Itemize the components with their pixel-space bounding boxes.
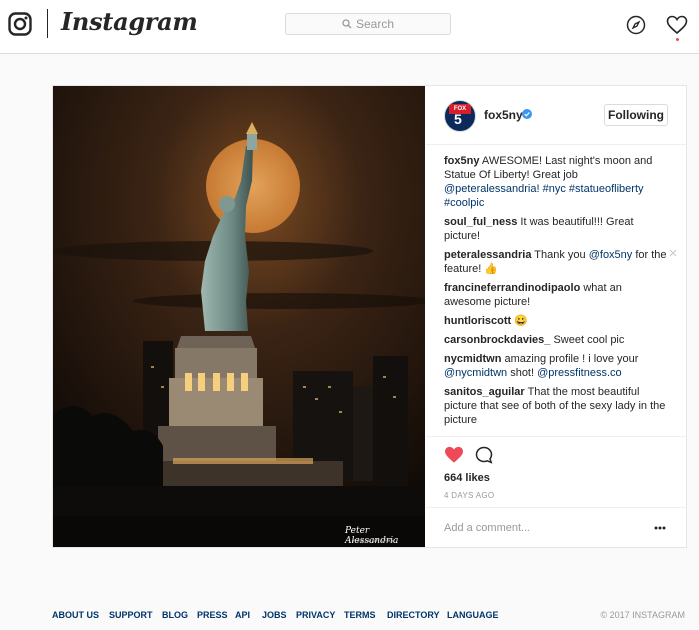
comment-user[interactable]: francineferrandinodipaolo [444,282,580,294]
post-username[interactable]: fox5ny [484,108,523,122]
post-sidebar: FOX 5 fox5ny Following fox5ny AWESOME! L… [426,86,686,547]
post-actions: 664 likes 4 DAYS AGO [426,436,686,500]
comment-icon[interactable] [475,446,493,464]
comment-mention[interactable]: @peteralessandria! #nyc #statueofliberty… [444,183,644,209]
compass-icon[interactable] [626,15,646,35]
avatar[interactable]: FOX 5 [444,100,476,132]
comment-user[interactable]: nycmidtwn [444,353,501,365]
comment-input[interactable]: Add a comment... [444,522,530,534]
list-item: peteralessandria Thank you @fox5ny for t… [444,248,677,276]
comment-mention[interactable]: @fox5ny [589,249,633,261]
copyright: © 2017 INSTAGRAM [600,610,686,620]
verified-badge-icon [522,109,532,119]
avatar-five-text: 5 [454,111,462,127]
list-item: nycmidtwn amazing profile ! i love your … [444,352,669,380]
footer-link-support[interactable]: SUPPORT [109,610,153,620]
heart-icon[interactable] [666,15,688,35]
footer-link-terms[interactable]: TERMS [344,610,376,620]
comment-user[interactable]: peteralessandria [444,249,531,261]
comment-user[interactable]: carsonbrockdavies_ [444,334,550,346]
list-item: sanitos_aguilar That the most beautiful … [444,385,669,427]
comment-text: Sweet cool pic [553,334,625,346]
footer-link-language[interactable]: LANGUAGE [447,610,499,620]
footer-link-press[interactable]: PRESS [197,610,228,620]
following-button[interactable]: Following [604,104,668,126]
caption: fox5ny AWESOME! Last night's moon and St… [444,154,669,210]
more-icon[interactable] [654,526,666,530]
instagram-glyph-icon[interactable] [8,12,32,36]
comment-text: Thank you [534,249,589,261]
logo-divider [47,9,48,38]
footer-link-jobs[interactable]: JOBS [262,610,287,620]
instagram-wordmark[interactable]: Instagram [61,7,198,36]
photo-signature-sub: PHOTOGRAPHY [353,538,396,543]
add-comment-bar: Add a comment... [426,507,686,548]
list-item: soul_ful_ness It was beautiful!!! Great … [444,215,669,243]
search-input[interactable]: Search [285,13,451,35]
top-nav-bar: Instagram Search [0,0,699,54]
comment-user[interactable]: huntloriscott [444,315,511,327]
post-photo[interactable]: Peter Alessandria PHOTOGRAPHY [53,86,425,547]
notification-dot [676,38,679,41]
comment-user[interactable]: fox5ny [444,155,479,167]
comment-text: 😀 [514,315,528,327]
photo-signature: Peter Alessandria [345,526,399,546]
post-timestamp[interactable]: 4 DAYS AGO [444,491,494,500]
list-item: carsonbrockdavies_ Sweet cool pic [444,333,669,347]
statue-of-liberty-photo [53,86,425,547]
footer: ABOUT US SUPPORT BLOG PRESS API JOBS PRI… [52,610,685,624]
list-item: huntloriscott 😀 [444,314,669,328]
footer-link-privacy[interactable]: PRIVACY [296,610,335,620]
search-placeholder: Search [355,17,395,31]
footer-link-about[interactable]: ABOUT US [52,610,99,620]
search-icon [342,19,352,29]
heart-icon[interactable] [444,446,464,464]
footer-link-directory[interactable]: DIRECTORY [387,610,440,620]
list-item: francineferrandinodipaolo what an awesom… [444,281,669,309]
comment-mention[interactable]: @nycmidtwn [444,367,507,379]
comment-text: shot! [507,367,538,379]
comment-text: amazing profile ! i love your [504,353,639,365]
post-card: Peter Alessandria PHOTOGRAPHY FOX 5 fox5… [52,85,687,548]
comment-user[interactable]: soul_ful_ness [444,216,517,228]
comments-list: fox5ny AWESOME! Last night's moon and St… [444,154,677,432]
close-icon[interactable] [669,249,677,257]
post-header: FOX 5 fox5ny Following [426,86,686,145]
likes-count[interactable]: 664 likes [444,472,490,484]
footer-link-blog[interactable]: BLOG [162,610,188,620]
footer-link-api[interactable]: API [235,610,250,620]
comment-user[interactable]: sanitos_aguilar [444,386,525,398]
comment-mention[interactable]: @pressfitness.co [537,367,622,379]
